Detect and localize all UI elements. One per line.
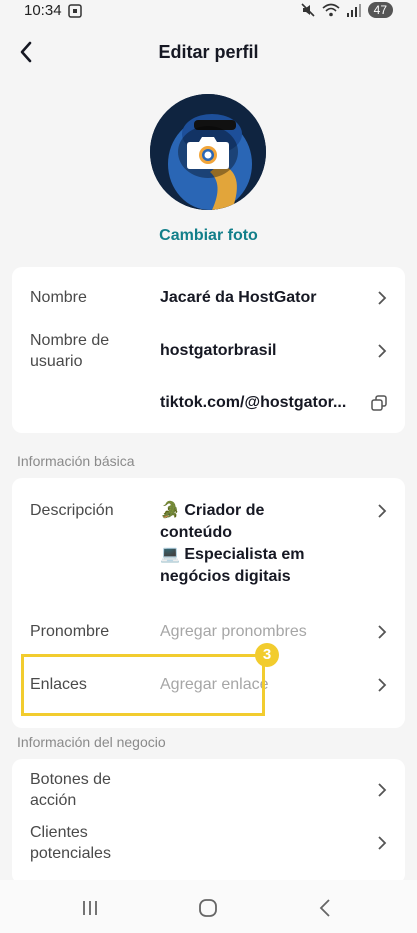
home-icon <box>199 899 217 917</box>
home-button[interactable] <box>196 896 220 920</box>
chevron-right-icon <box>378 783 387 797</box>
description-line: 💻 Especialista em <box>160 546 305 563</box>
battery-badge: 47 <box>367 2 393 18</box>
action-buttons-label: Botones de acción <box>30 771 111 809</box>
pronoun-placeholder: Agregar pronombres <box>160 623 307 640</box>
system-back-icon <box>319 899 330 917</box>
chevron-right-icon <box>378 291 387 305</box>
profile-link-value: tiktok.com/@hostgator... <box>160 394 347 411</box>
status-time: 10:34 <box>24 2 62 19</box>
chevron-right-icon <box>378 625 387 639</box>
name-label: Nombre <box>30 289 87 306</box>
business-info-card: Botones de acción Clientes potenciales <box>12 759 405 884</box>
username-value: hostgatorbrasil <box>160 342 277 359</box>
chevron-right-icon <box>378 344 387 358</box>
chevron-right-icon <box>378 678 387 692</box>
description-line: 🐊 Criador de <box>160 502 265 519</box>
recent-apps-icon <box>83 901 97 915</box>
page-title: Editar perfil <box>158 42 259 62</box>
screenshot-icon <box>68 4 82 18</box>
camera-icon <box>187 137 229 169</box>
username-row[interactable]: Nombre de usuario hostgatorbrasil <box>12 330 405 374</box>
copy-icon[interactable] <box>371 395 387 411</box>
avatar[interactable] <box>150 94 266 210</box>
system-nav-bar <box>0 880 417 933</box>
leads-label: Clientes potenciales <box>30 824 111 862</box>
top-nav: Editar perfil <box>0 30 417 74</box>
name-value: Jacaré da HostGator <box>160 289 317 306</box>
profile-link-row[interactable]: tiktok.com/@hostgator... <box>12 392 405 414</box>
business-info-section-title: Información del negocio <box>17 734 166 750</box>
signal-icon <box>346 4 361 17</box>
pronoun-row[interactable]: Pronombre Agregar pronombres <box>12 621 405 643</box>
step-badge: 3 <box>255 643 279 667</box>
description-value: 🐊 Criador de conteúdo 💻 Especialista em … <box>160 500 360 588</box>
description-line: negócios digitais <box>160 568 291 585</box>
pronoun-label: Pronombre <box>30 623 110 640</box>
chevron-right-icon <box>378 836 387 850</box>
basic-info-section-title: Información básica <box>17 453 135 469</box>
system-back-button[interactable] <box>313 896 337 920</box>
mute-icon <box>301 3 315 17</box>
account-card: Nombre Jacaré da HostGator Nombre de usu… <box>12 267 405 433</box>
wifi-icon <box>322 3 340 17</box>
action-buttons-row[interactable]: Botones de acción <box>12 769 405 813</box>
description-line: conteúdo <box>160 524 232 541</box>
leads-row[interactable]: Clientes potenciales <box>12 822 405 866</box>
status-bar: 10:34 47 <box>0 0 417 24</box>
name-row[interactable]: Nombre Jacaré da HostGator <box>12 287 405 309</box>
change-photo-link[interactable]: Cambiar foto <box>0 227 417 245</box>
username-label: Nombre de usuario <box>30 332 110 370</box>
chevron-right-icon <box>378 504 387 518</box>
description-row[interactable]: Descripción 🐊 Criador de conteúdo 💻 Espe… <box>12 500 405 590</box>
recent-apps-button[interactable] <box>78 896 102 920</box>
description-label: Descripción <box>30 502 114 519</box>
highlight-box <box>21 654 265 716</box>
